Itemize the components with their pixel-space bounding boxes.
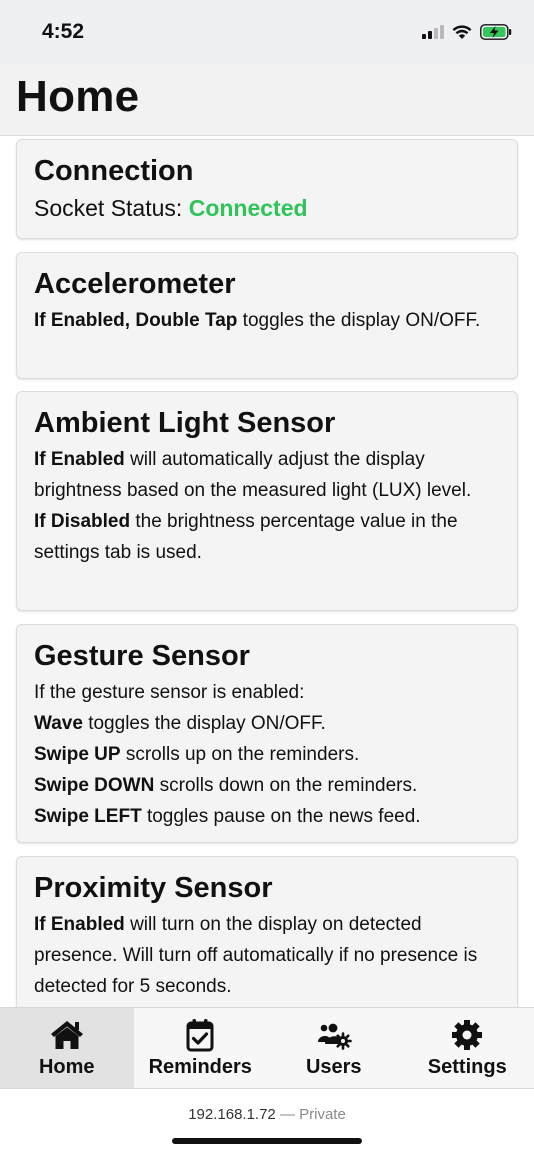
page-title: Home bbox=[16, 72, 140, 121]
accelerometer-card: Accelerometer If Enabled, Double Tap tog… bbox=[16, 252, 518, 379]
ambient-light-card: Ambient Light Sensor If Enabled will aut… bbox=[16, 391, 518, 611]
private-mode-label: Private bbox=[299, 1106, 346, 1123]
app-header: Home bbox=[0, 64, 534, 136]
gear-icon bbox=[452, 1020, 483, 1050]
calendar-check-icon bbox=[186, 1019, 214, 1052]
accelerometer-bold: If Enabled, Double Tap bbox=[34, 310, 238, 331]
tab-users-label: Users bbox=[305, 1056, 362, 1078]
browser-address-bar[interactable]: 192.168.1.72 — Private bbox=[0, 1090, 534, 1156]
gesture-intro: If the gesture sensor is enabled: bbox=[34, 682, 305, 703]
proximity-description: If Enabled will turn on the display on d… bbox=[34, 909, 500, 1002]
status-icons bbox=[422, 22, 512, 42]
accelerometer-title: Accelerometer bbox=[34, 268, 236, 300]
tab-reminders-label: Reminders bbox=[148, 1056, 252, 1078]
address-text[interactable]: 192.168.1.72 — Private bbox=[0, 1106, 534, 1123]
ambient-disabled-bold: If Disabled bbox=[34, 511, 131, 532]
accelerometer-text: toggles the display ON/OFF. bbox=[237, 310, 481, 331]
tab-home[interactable]: Home bbox=[0, 1008, 134, 1088]
gesture-sensor-card: Gesture Sensor If the gesture sensor is … bbox=[16, 624, 518, 843]
address-host: 192.168.1.72 bbox=[188, 1106, 276, 1123]
gesture-sensor-title: Gesture Sensor bbox=[34, 640, 250, 672]
gesture-line: Swipe LEFT toggles pause on the news fee… bbox=[34, 801, 500, 832]
gesture-line-bold: Swipe DOWN bbox=[34, 775, 155, 796]
home-indicator[interactable] bbox=[172, 1138, 362, 1144]
ambient-light-disabled-text: If Disabled the brightness percentage va… bbox=[34, 506, 500, 568]
gesture-line-text: toggles the display ON/OFF. bbox=[82, 713, 326, 734]
gesture-line-text: scrolls up on the reminders. bbox=[120, 744, 360, 765]
gesture-line-bold: Swipe LEFT bbox=[34, 806, 142, 827]
connection-title: Connection bbox=[34, 155, 194, 187]
status-time: 4:52 bbox=[42, 20, 85, 43]
tab-settings-label: Settings bbox=[427, 1056, 507, 1078]
gesture-line: Swipe DOWN scrolls down on the reminders… bbox=[34, 770, 500, 801]
tab-reminders[interactable]: Reminders bbox=[134, 1008, 268, 1088]
ambient-light-enabled-text: If Enabled will automatically adjust the… bbox=[34, 444, 500, 506]
battery-charging-icon bbox=[480, 24, 512, 40]
address-separator: — bbox=[275, 1106, 300, 1123]
proximity-sensor-card: Proximity Sensor If Enabled will turn on… bbox=[16, 856, 518, 1007]
home-icon bbox=[50, 1021, 83, 1049]
socket-status-line: Socket Status: Connected bbox=[34, 192, 500, 224]
gesture-line-text: scrolls down on the reminders. bbox=[154, 775, 418, 796]
wifi-icon bbox=[452, 24, 472, 39]
gesture-line: Wave toggles the display ON/OFF. bbox=[34, 708, 500, 739]
proximity-sensor-title: Proximity Sensor bbox=[34, 872, 273, 904]
content-area[interactable]: Connection Socket Status: Connected Acce… bbox=[0, 137, 534, 1007]
bottom-tab-bar: Home Reminders Users Settings bbox=[0, 1007, 534, 1089]
ambient-enabled-bold: If Enabled bbox=[34, 449, 125, 470]
gesture-line-bold: Wave bbox=[34, 713, 83, 734]
proximity-bold: If Enabled bbox=[34, 914, 125, 935]
tab-home-label: Home bbox=[38, 1056, 95, 1078]
users-cog-icon bbox=[317, 1023, 352, 1050]
socket-status-value: Connected bbox=[188, 195, 308, 221]
gesture-line: Swipe UP scrolls up on the reminders. bbox=[34, 739, 500, 770]
connection-card: Connection Socket Status: Connected bbox=[16, 139, 518, 239]
tab-users[interactable]: Users bbox=[267, 1008, 401, 1088]
socket-status-label: Socket Status: bbox=[34, 195, 183, 221]
gesture-line-bold: Swipe UP bbox=[34, 744, 121, 765]
cellular-signal-icon bbox=[422, 25, 444, 39]
accelerometer-description: If Enabled, Double Tap toggles the displ… bbox=[34, 305, 500, 336]
status-bar: 4:52 bbox=[0, 0, 534, 64]
gesture-line-text: toggles pause on the news feed. bbox=[141, 806, 421, 827]
tab-settings[interactable]: Settings bbox=[401, 1008, 534, 1088]
ambient-light-title: Ambient Light Sensor bbox=[34, 407, 336, 439]
